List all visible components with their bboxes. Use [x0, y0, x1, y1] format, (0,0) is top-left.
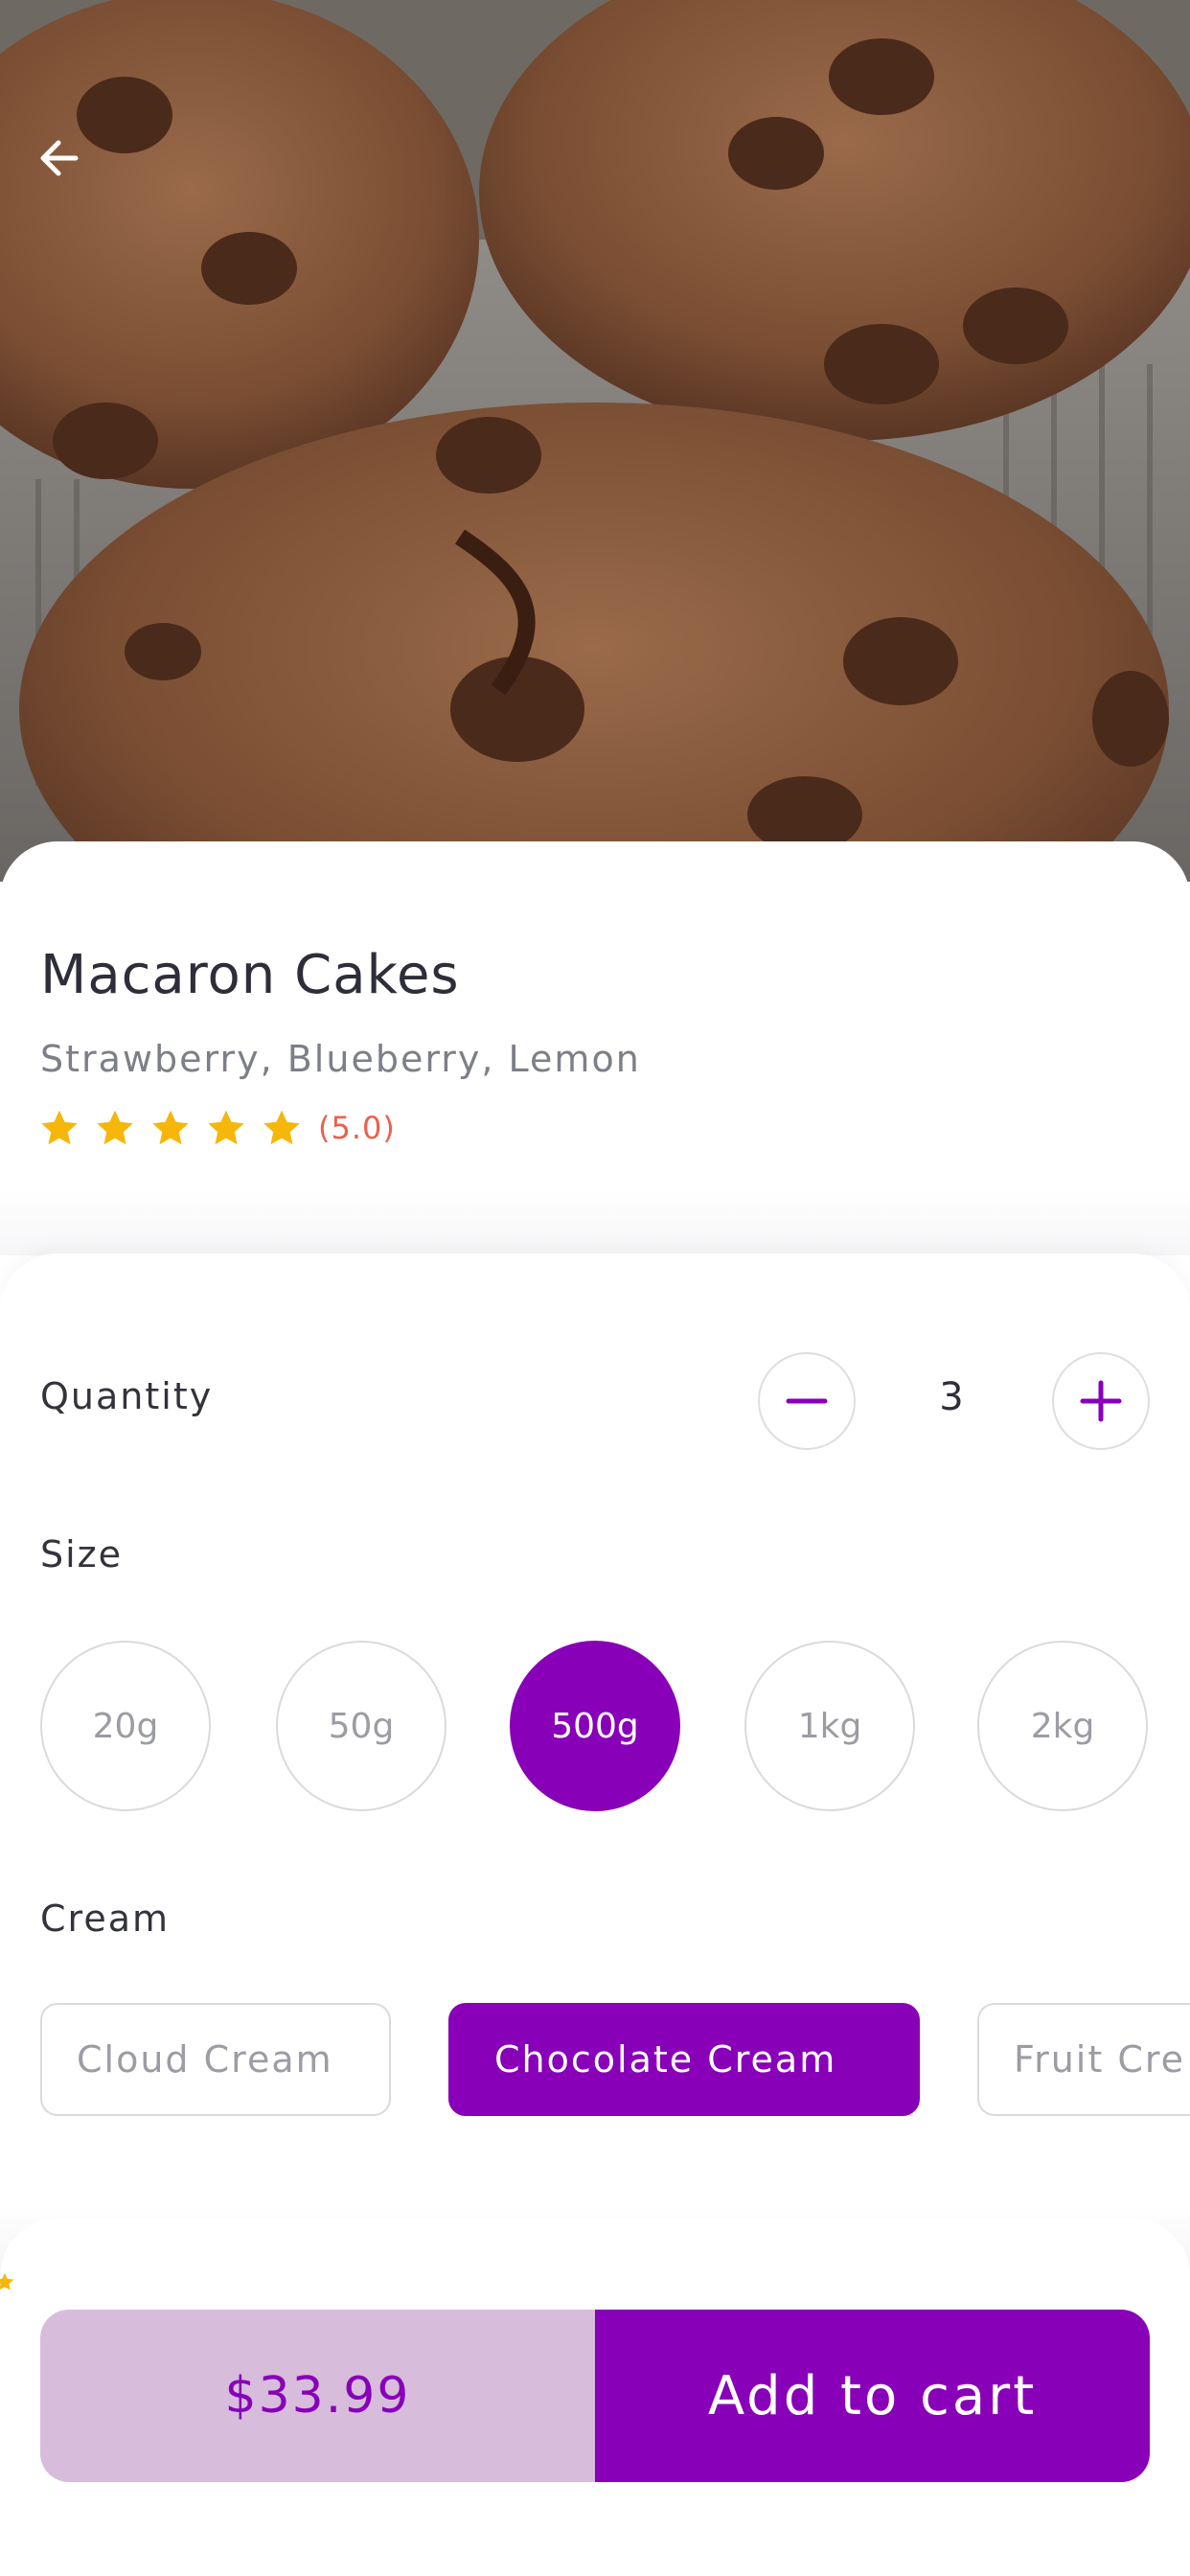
quantity-value: 3: [939, 1375, 964, 1419]
size-option-50g[interactable]: 50g: [276, 1641, 446, 1811]
star-icon: [152, 1110, 189, 1145]
star-icon: [0, 2272, 14, 2290]
cart-bar: $33.99 Add to cart: [40, 2310, 1150, 2482]
muffins-illustration: [0, 0, 1190, 882]
size-option-1kg[interactable]: 1kg: [744, 1641, 915, 1811]
size-option-500g[interactable]: 500g: [510, 1641, 680, 1811]
size-option-20g[interactable]: 20g: [40, 1641, 211, 1811]
size-option-2kg[interactable]: 2kg: [977, 1641, 1148, 1811]
price-display: $33.99: [40, 2310, 595, 2482]
star-icon: [97, 1110, 133, 1145]
back-button[interactable]: [27, 125, 94, 192]
quantity-label: Quantity: [40, 1375, 214, 1417]
decrease-quantity-button[interactable]: [758, 1352, 856, 1450]
cream-option-chocolate[interactable]: Chocolate Cream: [448, 2003, 920, 2116]
minus-icon: [786, 1398, 828, 1404]
star-icon: [263, 1110, 300, 1145]
cream-option-fruit[interactable]: Fruit Cre: [977, 2003, 1190, 2116]
star-icon: [41, 1110, 78, 1145]
star-icon: [208, 1110, 244, 1145]
product-rating: (5.0): [38, 1107, 396, 1149]
product-image: [0, 0, 1190, 882]
product-title: Macaron Cakes: [40, 944, 460, 1006]
cream-label: Cream: [40, 1898, 171, 1940]
product-flavors: Strawberry, Blueberry, Lemon: [40, 1038, 641, 1080]
divider-band: [0, 1188, 1190, 1255]
add-to-cart-button[interactable]: Add to cart: [595, 2310, 1150, 2482]
plus-icon: [1080, 1380, 1122, 1422]
rating-value: (5.0): [318, 1110, 396, 1146]
size-label: Size: [40, 1533, 124, 1576]
cream-option-cloud[interactable]: Cloud Cream: [40, 2003, 391, 2116]
arrow-left-icon: [40, 140, 79, 176]
increase-quantity-button[interactable]: [1052, 1352, 1150, 1450]
